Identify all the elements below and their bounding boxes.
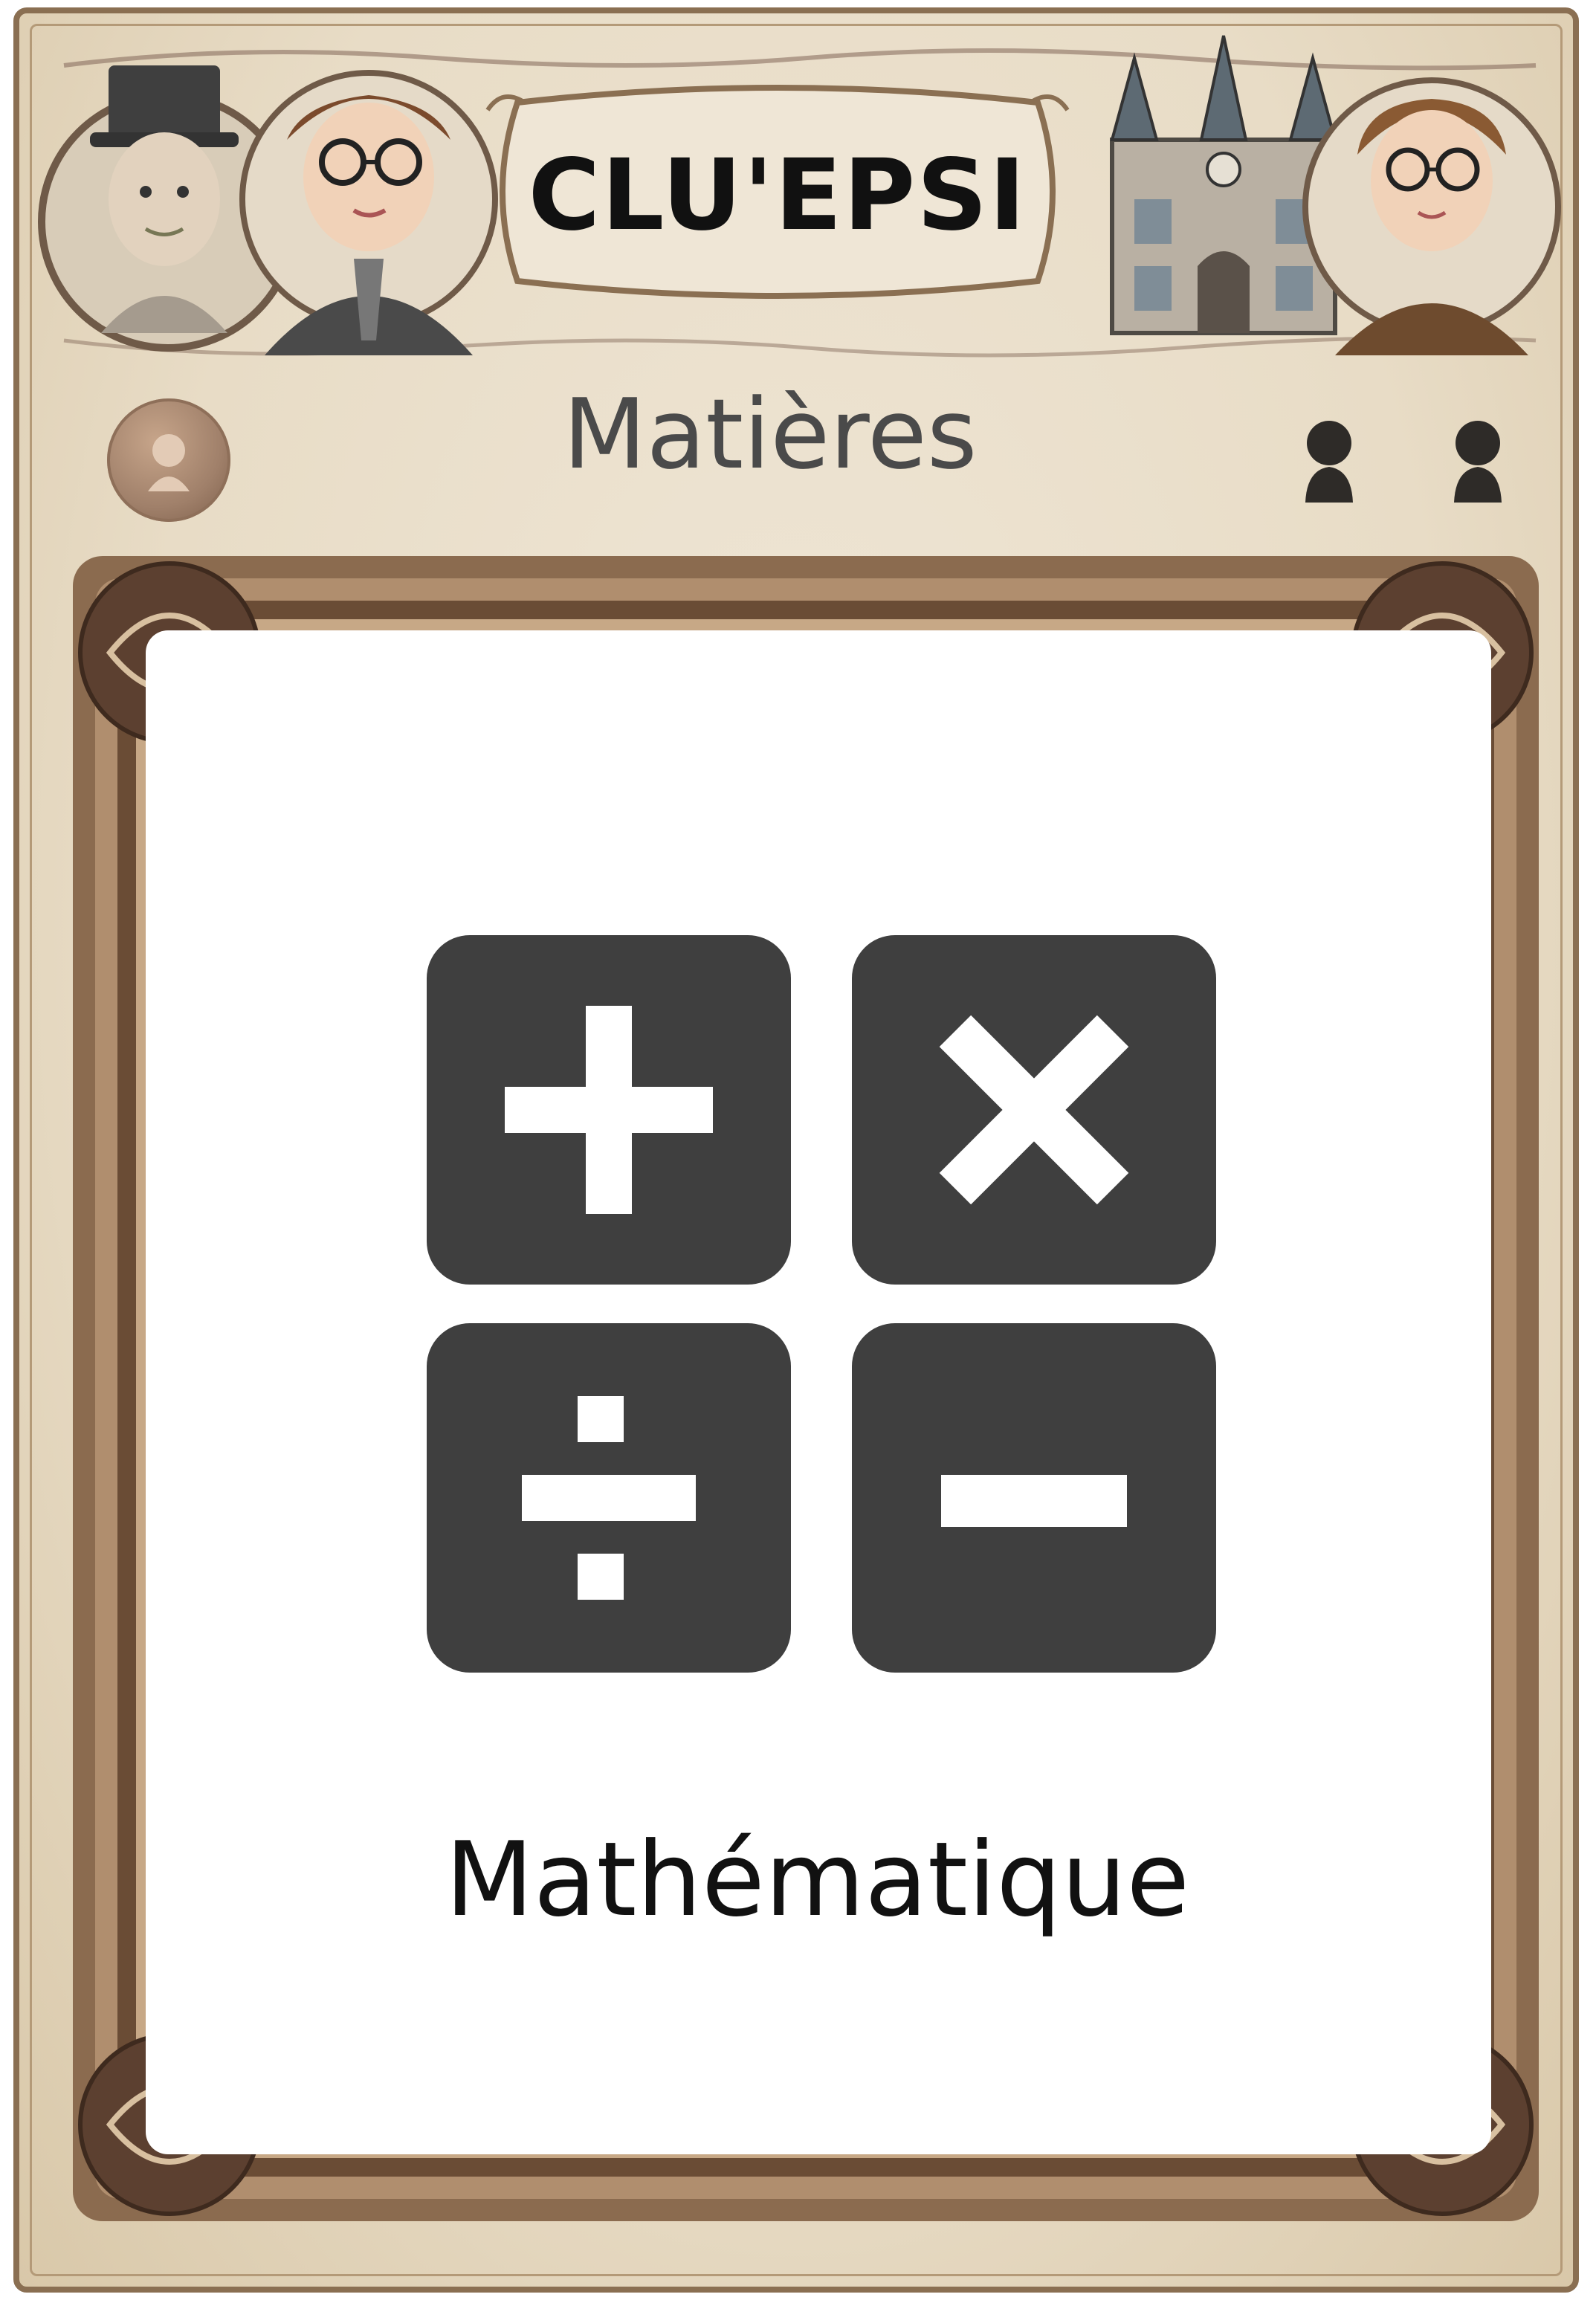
player-silhouette-icon <box>1305 421 1353 503</box>
boy-with-glasses-portrait <box>239 70 498 355</box>
math-operations-illustration <box>427 935 1216 1673</box>
multiply-icon <box>939 1015 1129 1205</box>
castle-school-illustration <box>1110 35 1337 335</box>
card-title: CLU'EPSI <box>528 138 1027 253</box>
multiply-tile <box>852 935 1216 1285</box>
divide-icon <box>522 1396 696 1600</box>
title-plaque: CLU'EPSI <box>473 80 1082 303</box>
game-card: CLU'EPSI Matières Mathématique <box>13 7 1579 2293</box>
plus-tile <box>427 935 791 1285</box>
player-silhouette-icon <box>1454 421 1502 503</box>
minus-icon <box>941 1475 1127 1527</box>
plus-icon <box>505 1006 713 1214</box>
player-token-icon <box>107 398 230 522</box>
category-label: Matières <box>563 378 978 491</box>
divide-tile <box>427 1323 791 1673</box>
subject-label: Mathématique <box>445 1820 1190 1939</box>
student-with-glasses-portrait <box>1302 77 1561 355</box>
minus-tile <box>852 1323 1216 1673</box>
